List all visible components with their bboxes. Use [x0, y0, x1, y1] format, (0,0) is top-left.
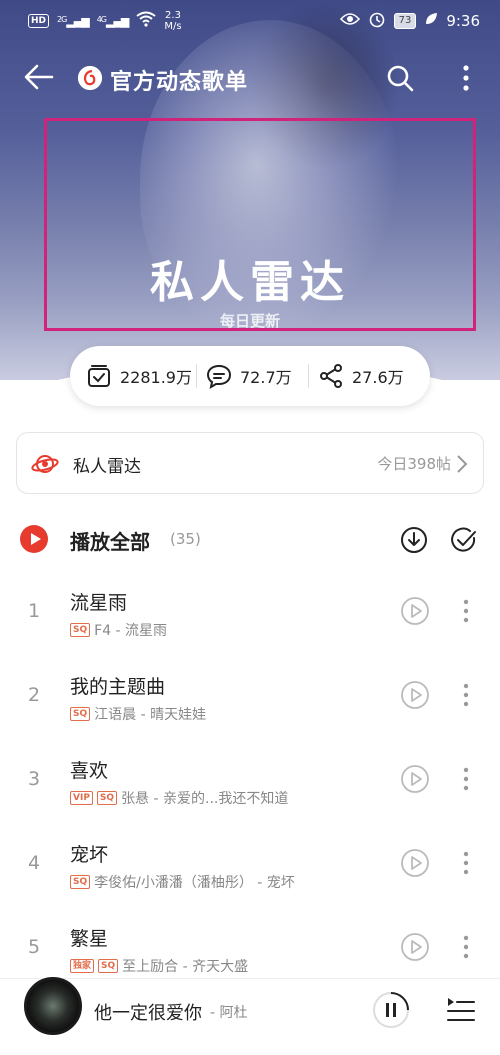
- song-number: 1: [27, 600, 41, 622]
- song-number: 2: [27, 684, 41, 706]
- song-artist-album: 李俊佑/小潘潘（潘柚彤） - 宠坏: [94, 875, 295, 891]
- sq-badge: SQ: [98, 959, 119, 973]
- divider: [308, 364, 309, 388]
- comment-icon: [206, 364, 232, 389]
- download-icon[interactable]: [400, 526, 428, 554]
- radar-post-count: 今日398帖: [377, 455, 451, 473]
- song-title: 我的主题曲: [70, 676, 166, 698]
- radar-label: 私人雷达: [73, 457, 141, 477]
- multi-select-icon[interactable]: [450, 526, 478, 554]
- song-more-icon[interactable]: [458, 848, 474, 878]
- play-video-icon[interactable]: [400, 848, 430, 878]
- hd-badge: HD: [28, 14, 50, 28]
- song-more-icon[interactable]: [458, 764, 474, 794]
- song-number: 3: [27, 768, 41, 790]
- nav-title: 官方动态歌单: [110, 70, 249, 95]
- alarm-icon: [368, 10, 386, 32]
- battery-icon: 73: [393, 13, 417, 29]
- mini-player[interactable]: 他一定很爱你 - 阿杜: [0, 977, 500, 1055]
- song-artist-album: 至上励合 - 齐天大盛: [122, 959, 249, 975]
- play-all-label[interactable]: 播放全部: [70, 526, 150, 555]
- play-all-row[interactable]: 播放全部 (35): [0, 514, 500, 564]
- leaf-icon: [424, 12, 438, 30]
- song-title: 繁星: [70, 928, 109, 950]
- song-title: 流星雨: [70, 592, 128, 614]
- song-more-icon[interactable]: [458, 596, 474, 626]
- play-video-icon[interactable]: [400, 932, 430, 962]
- chevron-right-icon: [455, 453, 469, 475]
- song-artist-album: 张悬 - 亲爱的...我还不知道: [121, 791, 289, 807]
- song-more-icon[interactable]: [458, 680, 474, 710]
- song-title: 宠坏: [70, 844, 109, 866]
- playlist-queue-icon[interactable]: [446, 995, 476, 1023]
- song-artist-album: F4 - 流星雨: [94, 623, 168, 639]
- song-row[interactable]: 1 流星雨 SQ F4 - 流星雨: [0, 580, 500, 664]
- play-all-icon[interactable]: [20, 525, 48, 553]
- play-video-icon[interactable]: [400, 680, 430, 710]
- wifi-icon: [136, 11, 157, 31]
- share-icon: [320, 364, 342, 388]
- song-count: (35): [170, 530, 201, 548]
- more-options-icon[interactable]: [454, 62, 478, 94]
- sq-badge: SQ: [70, 875, 91, 889]
- collect-icon: [88, 365, 110, 387]
- album-cover[interactable]: [24, 977, 82, 1035]
- network-speed: 2.3 M/s: [164, 10, 182, 32]
- play-video-icon[interactable]: [400, 596, 430, 626]
- status-bar: HD 2G▂▄▆ 4G▂▄▆ 2.3 M/s 73 9:36: [0, 0, 500, 42]
- eye-icon: [339, 12, 360, 30]
- playlist-subtitle: 每日更新: [219, 312, 280, 330]
- song-more-icon[interactable]: [458, 932, 474, 962]
- song-row[interactable]: 2 我的主题曲 SQ 江语晨 - 晴天娃娃: [0, 664, 500, 748]
- clock-time: 9:36: [446, 12, 480, 30]
- sq-badge: SQ: [70, 707, 91, 721]
- song-title: 喜欢: [70, 760, 109, 782]
- exclusive-badge: 独家: [70, 959, 95, 973]
- divider: [196, 364, 197, 388]
- comments-count: 72.7万: [240, 368, 292, 387]
- netease-logo-icon: [78, 66, 102, 90]
- search-icon[interactable]: [384, 62, 416, 94]
- share-button[interactable]: 27.6万: [318, 363, 404, 389]
- top-nav: 官方动态歌单: [0, 56, 500, 100]
- collect-button[interactable]: 2281.9万: [86, 363, 192, 389]
- pause-icon[interactable]: [372, 991, 410, 1029]
- stats-bar: 2281.9万 72.7万 27.6万: [70, 346, 430, 406]
- sq-badge: SQ: [96, 791, 118, 805]
- signal-icon-1: 2G▂▄▆: [57, 14, 90, 28]
- song-number: 4: [27, 852, 41, 874]
- song-row[interactable]: 4 宠坏 SQ 李俊佑/小潘潘（潘柚彤） - 宠坏: [0, 832, 500, 916]
- sq-badge: SQ: [70, 623, 91, 637]
- now-playing-artist: - 阿杜: [210, 1005, 248, 1021]
- playlist-title: 私人雷达: [150, 257, 350, 308]
- song-number: 5: [27, 936, 41, 958]
- back-arrow-icon[interactable]: [22, 60, 56, 94]
- shares-count: 27.6万: [352, 368, 404, 387]
- song-artist-album: 江语晨 - 晴天娃娃: [94, 707, 207, 723]
- play-video-icon[interactable]: [400, 764, 430, 794]
- vip-badge: VIP: [70, 791, 93, 805]
- now-playing-title: 他一定很爱你: [94, 1003, 202, 1024]
- comments-button[interactable]: 72.7万: [206, 363, 292, 389]
- radar-card[interactable]: 私人雷达 今日398帖: [16, 432, 484, 494]
- planet-icon: [31, 451, 59, 477]
- song-row[interactable]: 3 喜欢 VIP SQ 张悬 - 亲爱的...我还不知道: [0, 748, 500, 832]
- collect-count: 2281.9万: [120, 368, 192, 387]
- signal-icon-2: 4G▂▄▆: [96, 14, 130, 28]
